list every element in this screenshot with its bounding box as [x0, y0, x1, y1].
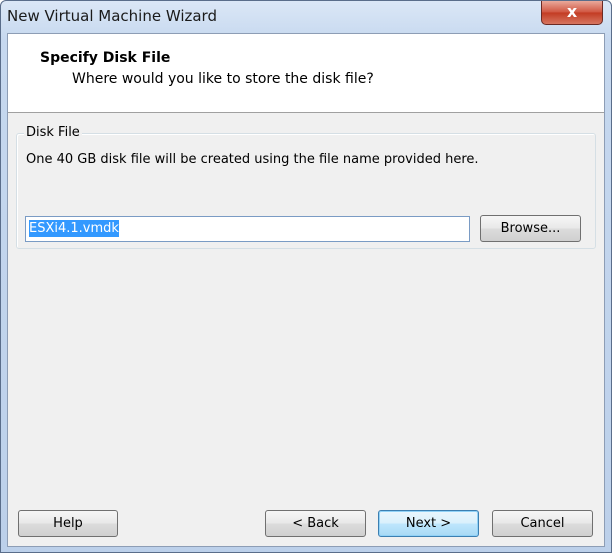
title-bar[interactable]: New Virtual Machine Wizard x [1, 1, 611, 33]
back-button[interactable]: < Back [265, 510, 366, 537]
cancel-button[interactable]: Cancel [492, 510, 593, 537]
selected-file-name: ESXi4.1.vmdk [29, 220, 119, 237]
close-icon: x [566, 2, 578, 21]
help-button[interactable]: Help [18, 510, 118, 537]
page-subtitle: Where would you like to store the disk f… [72, 71, 374, 87]
wizard-header: Specify Disk File Where would you like t… [8, 34, 604, 113]
next-button[interactable]: Next > [378, 510, 479, 537]
window-title: New Virtual Machine Wizard [7, 7, 217, 25]
close-button[interactable]: x [541, 1, 603, 25]
page-title: Specify Disk File [40, 50, 171, 66]
browse-button[interactable]: Browse... [480, 215, 581, 242]
disk-file-group-label: Disk File [24, 125, 82, 140]
wizard-body: Specify Disk File Where would you like t… [7, 33, 605, 547]
disk-file-description: One 40 GB disk file will be created usin… [26, 152, 479, 167]
disk-file-name-input[interactable]: ESXi4.1.vmdk [25, 216, 470, 242]
wizard-window: New Virtual Machine Wizard x Specify Dis… [0, 0, 612, 553]
